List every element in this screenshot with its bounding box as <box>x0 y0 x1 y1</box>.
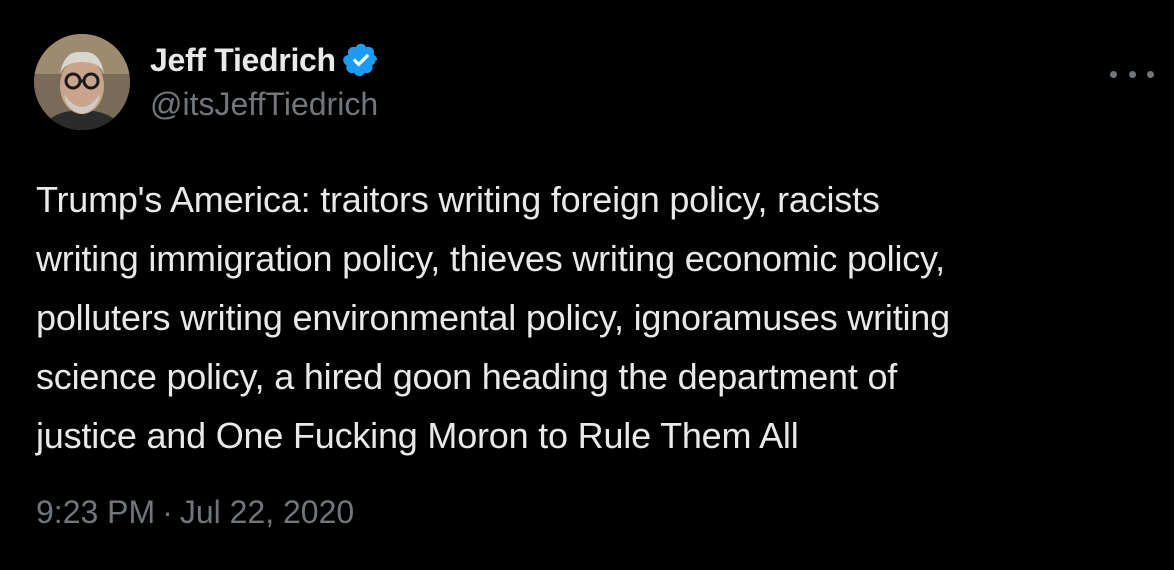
author-display-name[interactable]: Jeff Tiedrich <box>150 42 336 79</box>
tweet-text-line: Trump's America: traitors writing foreig… <box>36 179 880 220</box>
tweet-text-line: polluters writing environmental policy, … <box>36 297 950 338</box>
tweet-time: 9:23 PM <box>36 494 156 530</box>
more-dot <box>1147 70 1154 78</box>
more-dot <box>1110 70 1117 78</box>
tweet-date: Jul 22, 2020 <box>179 494 355 530</box>
verified-badge-icon[interactable] <box>342 41 380 79</box>
avatar[interactable] <box>34 34 130 130</box>
tweet-text: Trump's America: traitors writing foreig… <box>36 170 1146 465</box>
author-handle[interactable]: @itsJeffTiedrich <box>150 86 378 123</box>
meta-separator: · <box>162 494 173 530</box>
tweet-text-line: justice and One Fucking Moron to Rule Th… <box>36 415 799 456</box>
tweet-text-line: writing immigration policy, thieves writ… <box>36 238 945 279</box>
tweet-timestamp[interactable]: 9:23 PM · Jul 22, 2020 <box>36 494 354 531</box>
tweet-card: Jeff Tiedrich @itsJeffTiedrich Trump's A… <box>0 0 1174 570</box>
avatar-photo <box>34 34 130 130</box>
more-dot <box>1128 70 1136 78</box>
author-name-row: Jeff Tiedrich <box>150 40 380 80</box>
tweet-text-line: science policy, a hired goon heading the… <box>36 356 898 397</box>
more-options-icon[interactable] <box>1110 62 1154 86</box>
